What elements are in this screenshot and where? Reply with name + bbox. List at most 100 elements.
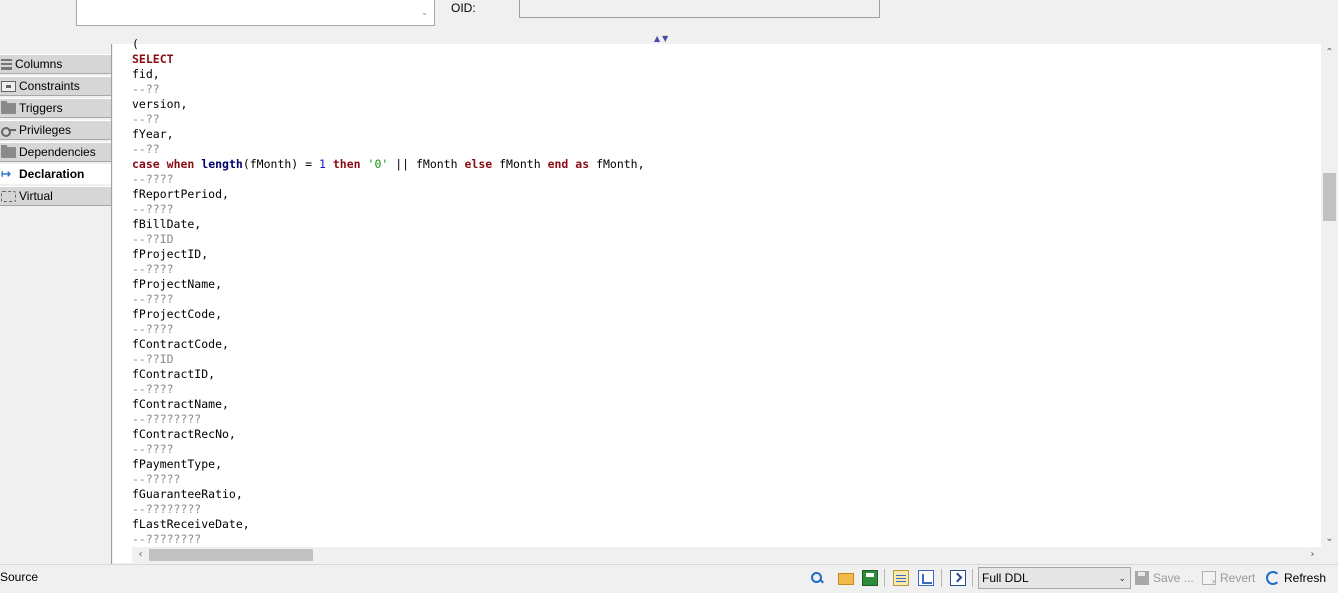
code-line: fProjectCode, — [132, 307, 1302, 322]
revert-button[interactable]: Revert — [1202, 569, 1256, 588]
code-token-kw: end — [547, 157, 569, 171]
code-token-cmt: --?? — [132, 112, 160, 126]
code-line: --???? — [132, 442, 1302, 457]
code-line: --????? — [132, 472, 1302, 487]
tab-declaration[interactable]: ↦ Declaration — [0, 164, 111, 184]
refresh-button[interactable]: Refresh — [1266, 569, 1326, 587]
code-token-fn: length — [201, 157, 243, 171]
horizontal-scrollbar[interactable]: ‹ › — [132, 547, 1321, 563]
code-line: --???? — [132, 202, 1302, 217]
code-token-str: '0' — [367, 157, 389, 171]
code-line: fProjectName, — [132, 277, 1302, 292]
refresh-icon — [1266, 571, 1280, 585]
code-token-cmt: --???? — [132, 442, 174, 456]
code-token-cmt: --???? — [132, 202, 174, 216]
tab-triggers[interactable]: Triggers — [0, 98, 111, 118]
open-sql-editor-icon[interactable] — [893, 570, 909, 586]
code-token-plain: fContractID, — [132, 367, 216, 381]
ddl-mode-select[interactable]: Full DDL ⌄ — [978, 567, 1131, 589]
code-token-kw: else — [464, 157, 493, 171]
tab-label: Virtual — [19, 189, 53, 203]
code-token-plain: fYear, — [132, 127, 174, 141]
export-sql-icon[interactable] — [918, 570, 934, 586]
code-line: --???? — [132, 262, 1302, 277]
code-line: fYear, — [132, 127, 1302, 142]
search-icon[interactable] — [809, 570, 825, 586]
left-tab-strip: Columns Constraints Triggers Privileges … — [0, 44, 112, 564]
revert-icon — [1202, 571, 1217, 588]
code-token-plain: version, — [132, 97, 188, 111]
scroll-right-icon[interactable]: › — [1304, 547, 1321, 563]
refresh-label: Refresh — [1284, 571, 1327, 585]
code-token-plain: fLastReceiveDate, — [132, 517, 250, 531]
folder-icon — [1, 100, 16, 114]
tab-privileges[interactable]: Privileges — [0, 120, 111, 140]
scroll-left-icon[interactable]: ‹ — [132, 547, 149, 563]
scroll-down-icon[interactable]: ⌄ — [416, 0, 433, 24]
code-token-plain: fPaymentType, — [132, 457, 223, 471]
key-icon — [1, 125, 16, 137]
code-token-plain: fContractCode, — [132, 337, 229, 351]
code-token-cmt: --???? — [132, 172, 174, 186]
save-button[interactable]: Save ... — [1135, 569, 1194, 587]
oid-label: OID: — [451, 1, 476, 15]
code-token-cmt: --?? — [132, 142, 160, 156]
code-token-kw: as — [575, 157, 590, 171]
save-label: Save ... — [1153, 571, 1194, 585]
scrollbar-corner — [1321, 547, 1338, 563]
code-line: fReportPeriod, — [132, 187, 1302, 202]
code-line: --???????? — [132, 502, 1302, 517]
code-line: --??ID — [132, 352, 1302, 367]
code-text-area[interactable]: (SELECT fid, --?? version, --?? fYear, --?? cas… — [132, 37, 1302, 548]
tab-label: Dependencies — [19, 145, 96, 159]
tab-columns[interactable]: Columns — [0, 54, 111, 74]
code-line: --???????? — [132, 532, 1302, 547]
code-token-cmt: --???? — [132, 382, 174, 396]
console-icon[interactable] — [950, 570, 966, 586]
code-token-plain: fGuaranteeRatio, — [132, 487, 243, 501]
oid-field[interactable] — [519, 0, 880, 18]
sql-editor[interactable]: (SELECT fid, --?? version, --?? fYear, --?? cas… — [113, 37, 1338, 563]
folder-icon — [1, 144, 16, 158]
scroll-down-icon[interactable]: ⌄ — [1321, 530, 1338, 547]
tab-dependencies[interactable]: Dependencies — [0, 142, 111, 162]
tab-virtual[interactable]: Virtual — [0, 186, 111, 206]
code-line: case when length(fMonth) = 1 then '0' ||… — [132, 157, 1302, 172]
description-textarea[interactable]: ⌄ — [76, 0, 435, 26]
code-line: fLastReceiveDate, — [132, 517, 1302, 532]
code-token-cmt: --???? — [132, 262, 174, 276]
constraints-icon — [1, 80, 16, 92]
code-line: SELECT — [132, 52, 1302, 67]
code-token-plain: fContractName, — [132, 397, 229, 411]
code-token-cmt: --???????? — [132, 412, 202, 426]
code-line: fPaymentType, — [132, 457, 1302, 472]
open-file-icon[interactable] — [838, 573, 854, 585]
code-line: fGuaranteeRatio, — [132, 487, 1302, 502]
save-file-icon[interactable] — [862, 570, 878, 586]
vertical-scrollbar[interactable]: ⌃ ⌄ — [1321, 44, 1338, 547]
tab-constraints[interactable]: Constraints — [0, 76, 111, 96]
code-token-plain: fProjectName, — [132, 277, 223, 291]
vertical-scroll-thumb[interactable] — [1323, 173, 1336, 221]
toolbar-separator — [941, 569, 942, 587]
code-token-plain: fid, — [132, 67, 160, 81]
code-token-plain: fContractRecNo, — [132, 427, 236, 441]
tab-label: Columns — [15, 57, 63, 71]
tab-label: Constraints — [19, 79, 80, 93]
horizontal-scroll-thumb[interactable] — [149, 549, 313, 561]
code-line: fContractName, — [132, 397, 1302, 412]
revert-label: Revert — [1220, 571, 1256, 585]
code-line: fContractRecNo, — [132, 427, 1302, 442]
code-line: --???? — [132, 382, 1302, 397]
code-line: --??ID — [132, 232, 1302, 247]
toolbar-separator — [884, 569, 885, 587]
code-line: fContractCode, — [132, 337, 1302, 352]
code-token-plain: fMonth, — [589, 157, 645, 171]
code-line: --???? — [132, 292, 1302, 307]
code-token-kw: then — [332, 157, 361, 171]
code-token-cmt: --????? — [132, 472, 181, 486]
scroll-up-icon[interactable]: ⌃ — [1321, 44, 1338, 61]
